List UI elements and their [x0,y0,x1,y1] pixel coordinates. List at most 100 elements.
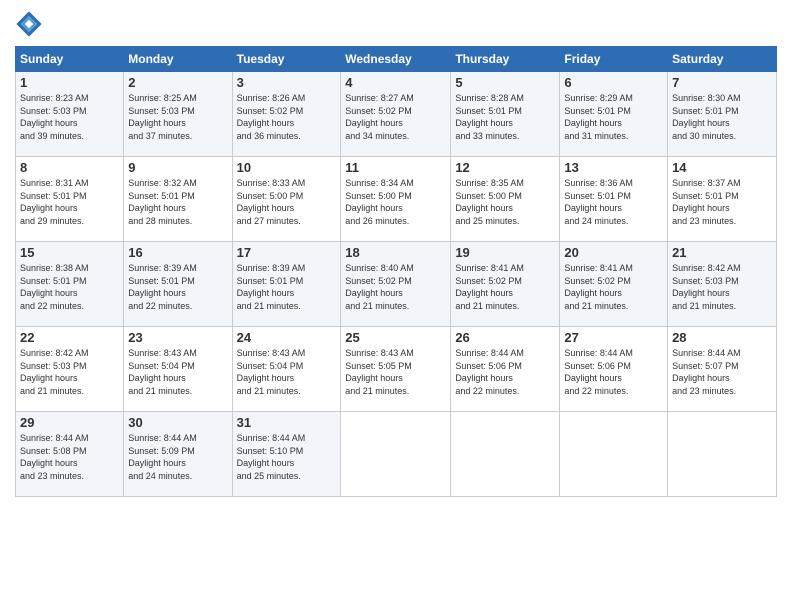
col-header-monday: Monday [124,47,232,72]
logo [15,10,45,38]
day-cell: 5 Sunrise: 8:28 AMSunset: 5:01 PMDayligh… [451,72,560,157]
col-header-wednesday: Wednesday [341,47,451,72]
day-info: Sunrise: 8:43 AMSunset: 5:04 PMDaylight … [237,347,337,397]
day-info: Sunrise: 8:37 AMSunset: 5:01 PMDaylight … [672,177,772,227]
day-number: 31 [237,415,337,430]
day-cell: 24 Sunrise: 8:43 AMSunset: 5:04 PMDaylig… [232,327,341,412]
day-number: 26 [455,330,555,345]
day-number: 3 [237,75,337,90]
day-cell: 28 Sunrise: 8:44 AMSunset: 5:07 PMDaylig… [668,327,777,412]
day-cell: 16 Sunrise: 8:39 AMSunset: 5:01 PMDaylig… [124,242,232,327]
day-number: 25 [345,330,446,345]
col-header-friday: Friday [560,47,668,72]
day-number: 2 [128,75,227,90]
day-cell: 3 Sunrise: 8:26 AMSunset: 5:02 PMDayligh… [232,72,341,157]
week-row-2: 8 Sunrise: 8:31 AMSunset: 5:01 PMDayligh… [16,157,777,242]
day-cell [341,412,451,497]
day-cell: 22 Sunrise: 8:42 AMSunset: 5:03 PMDaylig… [16,327,124,412]
day-cell: 7 Sunrise: 8:30 AMSunset: 5:01 PMDayligh… [668,72,777,157]
day-info: Sunrise: 8:43 AMSunset: 5:04 PMDaylight … [128,347,227,397]
day-number: 21 [672,245,772,260]
day-cell: 21 Sunrise: 8:42 AMSunset: 5:03 PMDaylig… [668,242,777,327]
day-info: Sunrise: 8:38 AMSunset: 5:01 PMDaylight … [20,262,119,312]
day-info: Sunrise: 8:39 AMSunset: 5:01 PMDaylight … [237,262,337,312]
day-cell: 13 Sunrise: 8:36 AMSunset: 5:01 PMDaylig… [560,157,668,242]
day-number: 27 [564,330,663,345]
day-info: Sunrise: 8:44 AMSunset: 5:10 PMDaylight … [237,432,337,482]
day-cell: 26 Sunrise: 8:44 AMSunset: 5:06 PMDaylig… [451,327,560,412]
day-cell: 12 Sunrise: 8:35 AMSunset: 5:00 PMDaylig… [451,157,560,242]
day-number: 22 [20,330,119,345]
day-number: 16 [128,245,227,260]
day-cell: 18 Sunrise: 8:40 AMSunset: 5:02 PMDaylig… [341,242,451,327]
page-header [15,10,777,38]
day-cell: 27 Sunrise: 8:44 AMSunset: 5:06 PMDaylig… [560,327,668,412]
day-number: 13 [564,160,663,175]
day-info: Sunrise: 8:32 AMSunset: 5:01 PMDaylight … [128,177,227,227]
day-info: Sunrise: 8:40 AMSunset: 5:02 PMDaylight … [345,262,446,312]
day-number: 6 [564,75,663,90]
day-number: 15 [20,245,119,260]
day-info: Sunrise: 8:36 AMSunset: 5:01 PMDaylight … [564,177,663,227]
day-number: 30 [128,415,227,430]
day-info: Sunrise: 8:44 AMSunset: 5:06 PMDaylight … [455,347,555,397]
day-cell: 8 Sunrise: 8:31 AMSunset: 5:01 PMDayligh… [16,157,124,242]
day-number: 17 [237,245,337,260]
day-info: Sunrise: 8:26 AMSunset: 5:02 PMDaylight … [237,92,337,142]
day-cell: 14 Sunrise: 8:37 AMSunset: 5:01 PMDaylig… [668,157,777,242]
day-cell: 15 Sunrise: 8:38 AMSunset: 5:01 PMDaylig… [16,242,124,327]
day-info: Sunrise: 8:23 AMSunset: 5:03 PMDaylight … [20,92,119,142]
day-cell: 4 Sunrise: 8:27 AMSunset: 5:02 PMDayligh… [341,72,451,157]
day-info: Sunrise: 8:39 AMSunset: 5:01 PMDaylight … [128,262,227,312]
header-row: SundayMondayTuesdayWednesdayThursdayFrid… [16,47,777,72]
day-number: 10 [237,160,337,175]
day-info: Sunrise: 8:41 AMSunset: 5:02 PMDaylight … [564,262,663,312]
calendar-page: SundayMondayTuesdayWednesdayThursdayFrid… [0,0,792,612]
day-cell [560,412,668,497]
day-number: 14 [672,160,772,175]
day-cell: 1 Sunrise: 8:23 AMSunset: 5:03 PMDayligh… [16,72,124,157]
day-cell: 19 Sunrise: 8:41 AMSunset: 5:02 PMDaylig… [451,242,560,327]
day-info: Sunrise: 8:34 AMSunset: 5:00 PMDaylight … [345,177,446,227]
day-cell: 6 Sunrise: 8:29 AMSunset: 5:01 PMDayligh… [560,72,668,157]
day-info: Sunrise: 8:33 AMSunset: 5:00 PMDaylight … [237,177,337,227]
col-header-saturday: Saturday [668,47,777,72]
week-row-1: 1 Sunrise: 8:23 AMSunset: 5:03 PMDayligh… [16,72,777,157]
day-number: 23 [128,330,227,345]
day-number: 24 [237,330,337,345]
day-info: Sunrise: 8:28 AMSunset: 5:01 PMDaylight … [455,92,555,142]
col-header-thursday: Thursday [451,47,560,72]
day-number: 4 [345,75,446,90]
day-cell: 11 Sunrise: 8:34 AMSunset: 5:00 PMDaylig… [341,157,451,242]
week-row-5: 29 Sunrise: 8:44 AMSunset: 5:08 PMDaylig… [16,412,777,497]
week-row-4: 22 Sunrise: 8:42 AMSunset: 5:03 PMDaylig… [16,327,777,412]
day-cell: 25 Sunrise: 8:43 AMSunset: 5:05 PMDaylig… [341,327,451,412]
day-cell: 23 Sunrise: 8:43 AMSunset: 5:04 PMDaylig… [124,327,232,412]
col-header-tuesday: Tuesday [232,47,341,72]
day-info: Sunrise: 8:31 AMSunset: 5:01 PMDaylight … [20,177,119,227]
day-cell: 29 Sunrise: 8:44 AMSunset: 5:08 PMDaylig… [16,412,124,497]
day-number: 7 [672,75,772,90]
day-number: 20 [564,245,663,260]
week-row-3: 15 Sunrise: 8:38 AMSunset: 5:01 PMDaylig… [16,242,777,327]
day-info: Sunrise: 8:44 AMSunset: 5:08 PMDaylight … [20,432,119,482]
day-info: Sunrise: 8:44 AMSunset: 5:09 PMDaylight … [128,432,227,482]
day-cell: 17 Sunrise: 8:39 AMSunset: 5:01 PMDaylig… [232,242,341,327]
day-cell: 9 Sunrise: 8:32 AMSunset: 5:01 PMDayligh… [124,157,232,242]
day-cell [668,412,777,497]
day-cell: 20 Sunrise: 8:41 AMSunset: 5:02 PMDaylig… [560,242,668,327]
day-number: 9 [128,160,227,175]
day-number: 8 [20,160,119,175]
day-info: Sunrise: 8:43 AMSunset: 5:05 PMDaylight … [345,347,446,397]
day-info: Sunrise: 8:30 AMSunset: 5:01 PMDaylight … [672,92,772,142]
day-info: Sunrise: 8:44 AMSunset: 5:06 PMDaylight … [564,347,663,397]
day-info: Sunrise: 8:42 AMSunset: 5:03 PMDaylight … [672,262,772,312]
day-number: 11 [345,160,446,175]
day-number: 18 [345,245,446,260]
day-number: 1 [20,75,119,90]
logo-icon [15,10,43,38]
day-info: Sunrise: 8:25 AMSunset: 5:03 PMDaylight … [128,92,227,142]
day-cell: 10 Sunrise: 8:33 AMSunset: 5:00 PMDaylig… [232,157,341,242]
day-cell: 30 Sunrise: 8:44 AMSunset: 5:09 PMDaylig… [124,412,232,497]
day-number: 28 [672,330,772,345]
